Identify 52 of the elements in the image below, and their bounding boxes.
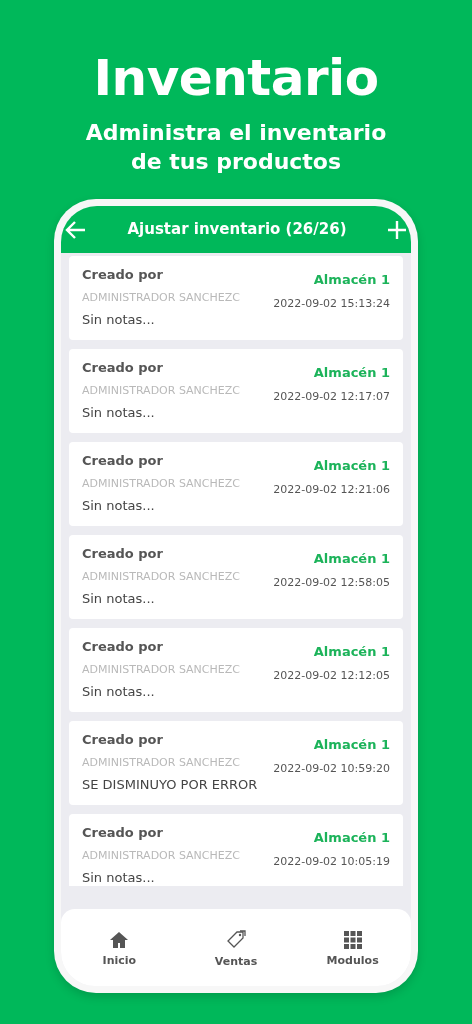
- headline: Inventario: [92, 48, 380, 109]
- author-name: ADMINISTRADOR SANCHEZC: [82, 475, 240, 492]
- timestamp: 2022-09-02 12:17:07: [273, 388, 390, 405]
- warehouse-name: Almacén 1: [312, 271, 390, 289]
- add-icon[interactable]: [387, 219, 407, 240]
- back-icon[interactable]: [65, 218, 87, 241]
- record-card[interactable]: Creado por ADMINISTRADOR SANCHEZC Sin notas... Almacén 1 2022-09-02 15:13:24: [69, 256, 403, 340]
- author-name: ADMINISTRADOR SANCHEZC: [82, 847, 240, 864]
- created-by-label: Creado por: [82, 452, 164, 470]
- warehouse-name: Almacén 1: [312, 643, 390, 661]
- notes-text: Sin notas...: [82, 497, 156, 515]
- created-by-label: Creado por: [82, 545, 164, 563]
- notes-text: Sin notas...: [82, 590, 156, 608]
- timestamp: 2022-09-02 10:05:19: [273, 853, 390, 870]
- author-name: ADMINISTRADOR SANCHEZC: [82, 754, 241, 771]
- notes-text: Sin notas...: [82, 311, 156, 329]
- screen-title: Ajustar inventario (26/26): [127, 219, 347, 241]
- grid-icon: [343, 931, 362, 950]
- warehouse-name: Almacén 1: [312, 364, 390, 382]
- subheadline: Administra el inventario de tus productos: [84, 119, 388, 176]
- author-name: ADMINISTRADOR SANCHEZC: [82, 382, 240, 399]
- created-by-label: Creado por: [82, 731, 164, 749]
- nav-tab[interactable]: Ventas: [186, 929, 286, 972]
- timestamp: 2022-09-02 12:21:06: [273, 481, 390, 498]
- notes-text: Sin notas...: [82, 683, 156, 701]
- created-by-label: Creado por: [82, 638, 164, 656]
- nav-tab[interactable]: Inicio: [69, 930, 170, 971]
- timestamp: 2022-09-02 10:59:20: [273, 760, 390, 777]
- author-name: ADMINISTRADOR SANCHEZC: [82, 289, 240, 306]
- notes-text: Sin notas...: [82, 869, 156, 886]
- created-by-label: Creado por: [82, 359, 164, 377]
- warehouse-name: Almacén 1: [312, 736, 390, 754]
- record-card[interactable]: Creado por ADMINISTRADOR SANCHEZC Sin notas... Almacén 1 2022-09-02 10:05:19: [69, 814, 403, 886]
- record-card[interactable]: Creado por ADMINISTRADOR SANCHEZC Sin notas... Almacén 1 2022-09-02 12:58:05: [69, 535, 403, 619]
- notes-text: SE DISMINUYO POR ERROR: [82, 776, 258, 794]
- warehouse-name: Almacén 1: [312, 550, 390, 568]
- record-card[interactable]: Creado por ADMINISTRADOR SANCHEZC SE DISMINUYO POR ERROR Almacén 1 2022-09-02 10:59:20: [69, 721, 403, 805]
- record-card[interactable]: Creado por ADMINISTRADOR SANCHEZC Sin notas... Almacén 1 2022-09-02 12:12:05: [69, 628, 403, 712]
- record-card[interactable]: Creado por ADMINISTRADOR SANCHEZC Sin notas... Almacén 1 2022-09-02 12:21:06: [69, 442, 403, 526]
- timestamp: 2022-09-02 12:12:05: [273, 667, 390, 684]
- warehouse-name: Almacén 1: [312, 457, 390, 475]
- nav-tab[interactable]: Modulos: [302, 930, 403, 971]
- author-name: ADMINISTRADOR SANCHEZC: [82, 661, 240, 678]
- timestamp: 2022-09-02 15:13:24: [273, 295, 390, 312]
- home-icon: [109, 931, 130, 950]
- timestamp: 2022-09-02 12:58:05: [273, 574, 390, 591]
- created-by-label: Creado por: [82, 824, 164, 842]
- notes-text: Sin notas...: [82, 404, 156, 422]
- created-by-label: Creado por: [82, 266, 164, 284]
- warehouse-name: Almacén 1: [312, 829, 390, 847]
- record-card[interactable]: Creado por ADMINISTRADOR SANCHEZC Sin notas... Almacén 1 2022-09-02 12:17:07: [69, 349, 403, 433]
- author-name: ADMINISTRADOR SANCHEZC: [82, 568, 240, 585]
